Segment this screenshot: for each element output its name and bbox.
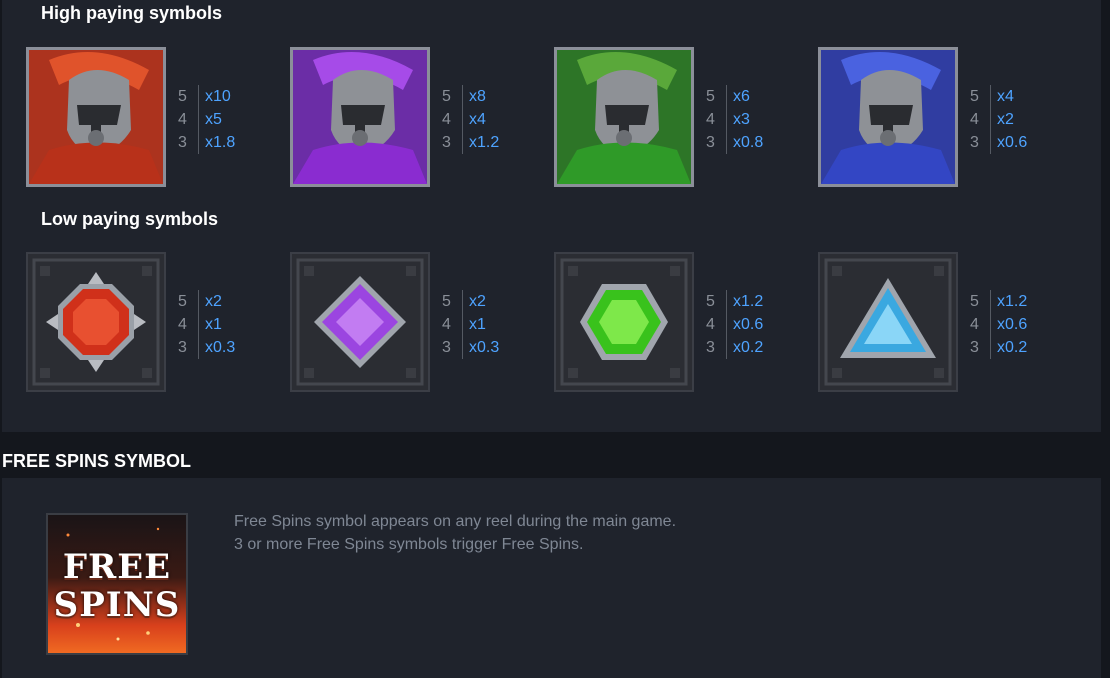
pay-count: 5 [970, 85, 991, 108]
pay-count: 5 [178, 85, 199, 108]
symbol-cell: 5 x6 4 x3 3 x0.8 [554, 47, 814, 189]
free-spins-description: Free Spins symbol appears on any reel du… [234, 510, 676, 556]
purple-diamond-gem-icon [290, 252, 430, 392]
low-paying-title: Low paying symbols [41, 209, 219, 229]
pay-multiplier: x0.6 [997, 134, 1028, 151]
pay-multiplier: x0.6 [997, 316, 1028, 333]
blue-triangle-gem-icon [818, 252, 958, 392]
pay-count: 4 [442, 313, 463, 336]
free-spins-description-line2: 3 or more Free Spins symbols trigger Fre… [234, 536, 584, 553]
pay-count: 3 [706, 131, 727, 154]
pay-count: 5 [706, 85, 727, 108]
pay-multiplier: x6 [733, 88, 750, 105]
pay-multiplier: x1.2 [997, 293, 1028, 310]
pay-table: 5 x1.2 4 x0.6 3 x0.2 [706, 290, 806, 359]
pay-table: 5 x6 4 x3 3 x0.8 [706, 85, 806, 154]
pay-table: 5 x10 4 x5 3 x1.8 [178, 85, 278, 154]
high-paying-title: High paying symbols [41, 3, 223, 23]
pay-count: 3 [178, 336, 199, 359]
free-spins-title: FREE SPINS SYMBOL [2, 451, 192, 471]
pay-multiplier: x1 [469, 316, 486, 333]
pay-count: 5 [442, 85, 463, 108]
pay-count: 4 [178, 108, 199, 131]
red-octagon-gem-icon [26, 252, 166, 392]
pay-table: 5 x1.2 4 x0.6 3 x0.2 [970, 290, 1070, 359]
pay-multiplier: x2 [997, 111, 1014, 128]
low-symbols-row: 5 x2 4 x1 3 x0.3 5 x2 4 x1 3 x0.3 5 x1.2… [0, 252, 1110, 394]
pay-multiplier: x0.8 [733, 134, 764, 151]
pay-multiplier: x10 [205, 88, 231, 105]
free-spins-line2: SPINS [53, 585, 181, 625]
pay-table: 5 x4 4 x2 3 x0.6 [970, 85, 1070, 154]
pay-multiplier: x0.3 [469, 339, 500, 356]
pay-multiplier: x1.8 [205, 134, 236, 151]
pay-count: 4 [706, 313, 727, 336]
pay-multiplier: x8 [469, 88, 486, 105]
pay-multiplier: x0.6 [733, 316, 764, 333]
free-spins-description-line1: Free Spins symbol appears on any reel du… [234, 513, 677, 530]
green-hexagon-gem-icon [554, 252, 694, 392]
free-spins-line1: FREE [62, 547, 172, 587]
high-symbols-row: 5 x10 4 x5 3 x1.8 5 x8 4 x4 3 x1.2 5 x6 … [0, 47, 1110, 189]
pay-count: 3 [178, 131, 199, 154]
pay-multiplier: x3 [733, 111, 750, 128]
pay-multiplier: x2 [205, 293, 222, 310]
pay-count: 4 [706, 108, 727, 131]
pay-multiplier: x1.2 [733, 293, 764, 310]
pay-multiplier: x0.3 [205, 339, 236, 356]
pay-count: 3 [442, 131, 463, 154]
free-spins-panel: FREE SPINS Free Spins symbol appears on … [2, 478, 1101, 678]
symbol-cell: 5 x8 4 x4 3 x1.2 [290, 47, 550, 189]
pay-count: 3 [442, 336, 463, 359]
pay-count: 4 [970, 108, 991, 131]
pay-multiplier: x1 [205, 316, 222, 333]
symbol-cell: 5 x2 4 x1 3 x0.3 [290, 252, 550, 394]
purple-spartan-warrior-icon [290, 47, 430, 187]
symbol-cell: 5 x10 4 x5 3 x1.8 [26, 47, 286, 189]
free-spins-header: FREE SPINS SYMBOL [0, 432, 1110, 478]
pay-count: 5 [970, 290, 991, 313]
pay-count: 3 [970, 131, 991, 154]
symbol-cell: 5 x1.2 4 x0.6 3 x0.2 [554, 252, 814, 394]
pay-count: 5 [442, 290, 463, 313]
pay-count: 5 [178, 290, 199, 313]
pay-multiplier: x0.2 [733, 339, 764, 356]
symbol-cell: 5 x2 4 x1 3 x0.3 [26, 252, 286, 394]
symbol-cell: 5 x1.2 4 x0.6 3 x0.2 [818, 252, 1078, 394]
pay-multiplier: x4 [469, 111, 486, 128]
green-spartan-warrior-icon [554, 47, 694, 187]
pay-multiplier: x4 [997, 88, 1014, 105]
pay-count: 3 [970, 336, 991, 359]
pay-count: 5 [706, 290, 727, 313]
pay-multiplier: x5 [205, 111, 222, 128]
red-spartan-warrior-icon [26, 47, 166, 187]
blue-spartan-warrior-icon [818, 47, 958, 187]
pay-table: 5 x2 4 x1 3 x0.3 [178, 290, 278, 359]
pay-table: 5 x8 4 x4 3 x1.2 [442, 85, 542, 154]
pay-count: 4 [178, 313, 199, 336]
pay-multiplier: x2 [469, 293, 486, 310]
pay-multiplier: x0.2 [997, 339, 1028, 356]
pay-table: 5 x2 4 x1 3 x0.3 [442, 290, 542, 359]
symbol-cell: 5 x4 4 x2 3 x0.6 [818, 47, 1078, 189]
pay-multiplier: x1.2 [469, 134, 500, 151]
free-spins-symbol-icon: FREE SPINS [46, 513, 188, 655]
pay-count: 4 [970, 313, 991, 336]
pay-count: 3 [706, 336, 727, 359]
pay-count: 4 [442, 108, 463, 131]
